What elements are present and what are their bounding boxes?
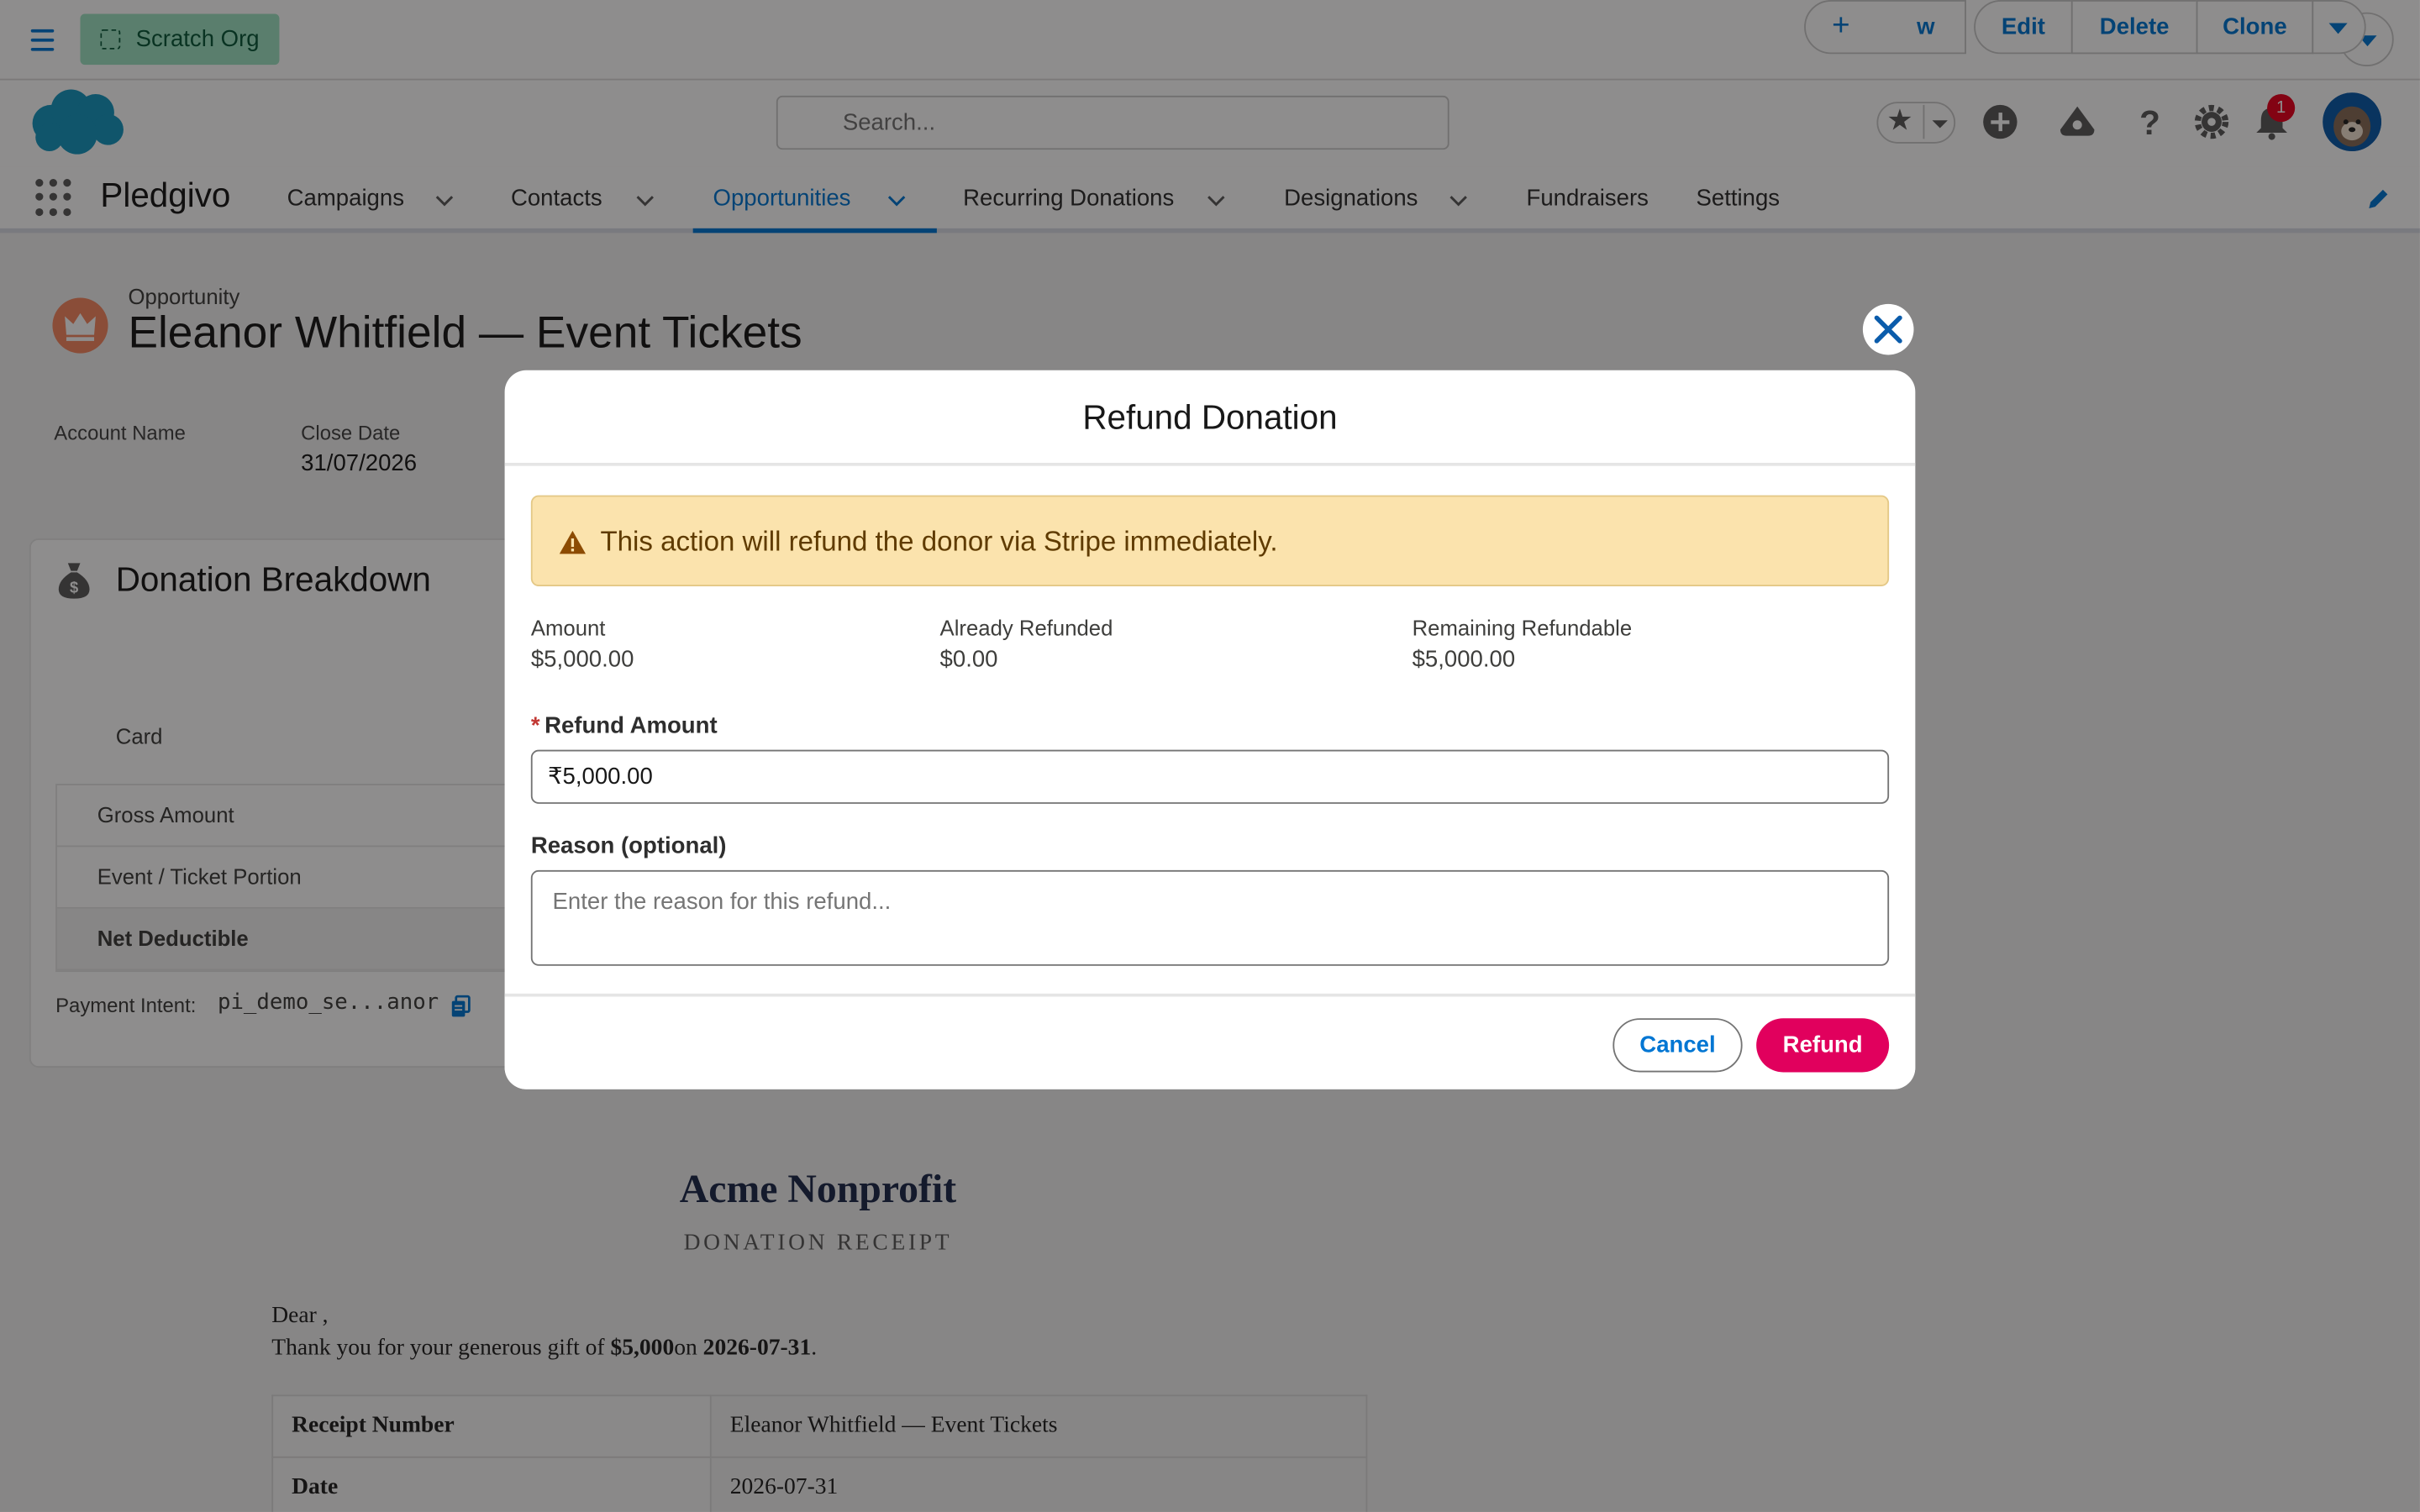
stat-value-remaining-refundable: $5,000.00 xyxy=(1412,646,1516,673)
refund-donation-modal: Refund Donation This action will refund … xyxy=(504,370,1916,1089)
refund-amount-input[interactable]: ₹5,000.00 xyxy=(530,749,1890,804)
warning-text: This action will refund the donor via St… xyxy=(600,526,1278,558)
stat-label-amount: Amount xyxy=(530,615,606,641)
reason-textarea[interactable] xyxy=(530,869,1890,966)
refund-amount-label: * Refund Amount xyxy=(531,713,718,739)
refund-button[interactable]: Refund xyxy=(1756,1018,1890,1073)
reason-label: Reason (optional) xyxy=(530,832,727,860)
warning-icon xyxy=(559,530,587,554)
stat-label-already-refunded: Already Refunded xyxy=(939,615,1113,641)
stat-label-remaining-refundable: Remaining Refundable xyxy=(1412,615,1633,641)
cancel-button[interactable]: Cancel xyxy=(1612,1018,1743,1073)
stat-value-already-refunded: $0.00 xyxy=(939,646,998,673)
stat-value-amount: $5,000.00 xyxy=(530,646,634,673)
close-icon xyxy=(1874,315,1902,344)
refund-amount-label-text: Refund Amount xyxy=(544,712,718,739)
modal-footer: Cancel Refund xyxy=(504,993,1916,1089)
modal-title: Refund Donation xyxy=(504,370,1916,466)
modal-close-button[interactable] xyxy=(1862,303,1914,355)
app-window: Scratch Org Search... ★ ? 1 Pledgivo Cam… xyxy=(0,0,2420,1512)
required-asterisk: * xyxy=(530,712,540,739)
warning-banner: This action will refund the donor via St… xyxy=(530,495,1890,586)
